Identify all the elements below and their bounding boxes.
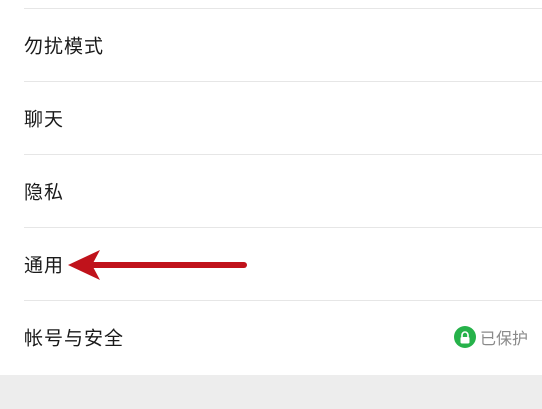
account-status-text: 已保护: [479, 329, 528, 348]
settings-item-label: 聊天: [24, 108, 65, 131]
section-spacer: [0, 375, 542, 409]
settings-item-label: 隐私: [24, 181, 65, 204]
settings-item-label: 勿扰模式: [24, 35, 105, 58]
settings-item-general[interactable]: 通用: [0, 228, 542, 300]
settings-item-do-not-disturb[interactable]: 勿扰模式: [0, 9, 542, 81]
settings-item-chat[interactable]: 聊天: [0, 82, 542, 154]
lock-icon: [453, 326, 476, 348]
account-status: 已保护: [453, 325, 528, 349]
settings-item-privacy[interactable]: 隐私: [0, 155, 542, 227]
settings-item-account-security[interactable]: 帐号与安全 已保护: [0, 301, 542, 373]
settings-list: 勿扰模式 聊天 隐私 通用 帐号与安全 已保护: [0, 0, 542, 375]
settings-item-label: 帐号与安全: [24, 327, 125, 350]
settings-item-label: 通用: [24, 254, 65, 277]
